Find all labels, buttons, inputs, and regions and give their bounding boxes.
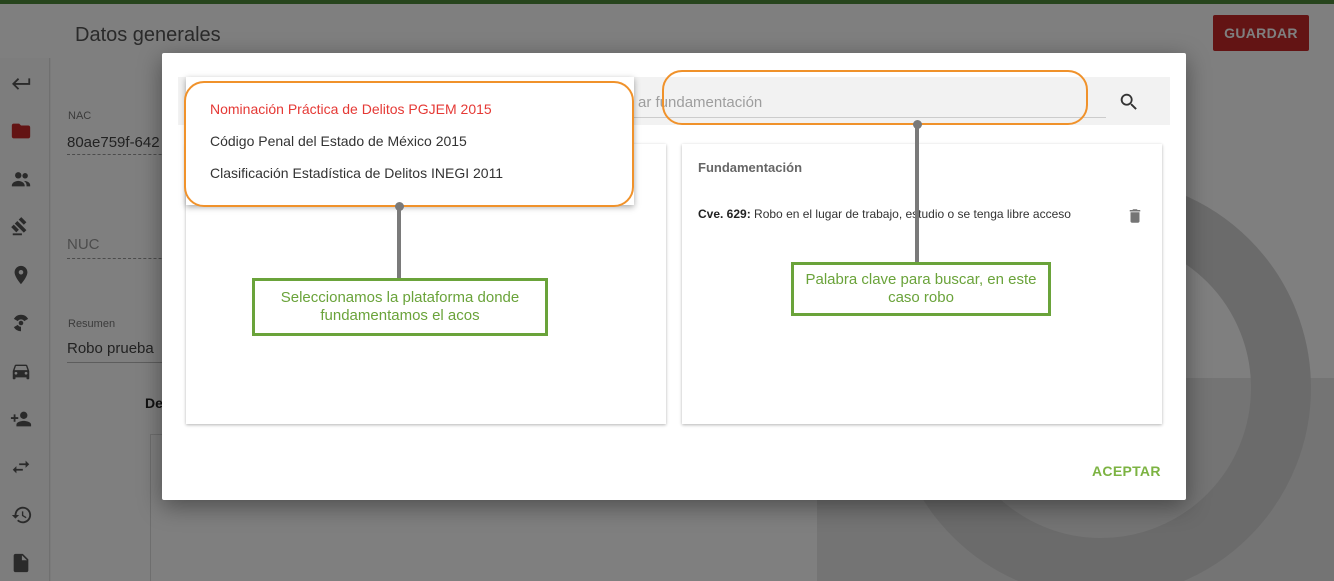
keyword-annotation: Palabra clave para buscar, en este caso …	[791, 262, 1051, 316]
platform-annotation: Seleccionamos la plataforma donde fundam…	[252, 278, 548, 336]
accept-button[interactable]: ACEPTAR	[1092, 463, 1161, 479]
search-highlight	[662, 70, 1088, 125]
trash-icon[interactable]	[1126, 206, 1144, 226]
search-icon[interactable]	[1118, 91, 1140, 113]
annotation-connector	[397, 206, 401, 278]
fundamentacion-text: Robo en el lugar de trabajo, estudio o s…	[754, 207, 1071, 221]
fundamentacion-title: Fundamentación	[698, 160, 803, 175]
fundamentacion-key: Cve. 629:	[698, 207, 751, 221]
dropdown-highlight	[184, 81, 634, 207]
fundamentacion-item: Cve. 629: Robo en el lugar de trabajo, e…	[698, 207, 1071, 221]
annotation-connector	[915, 124, 919, 262]
